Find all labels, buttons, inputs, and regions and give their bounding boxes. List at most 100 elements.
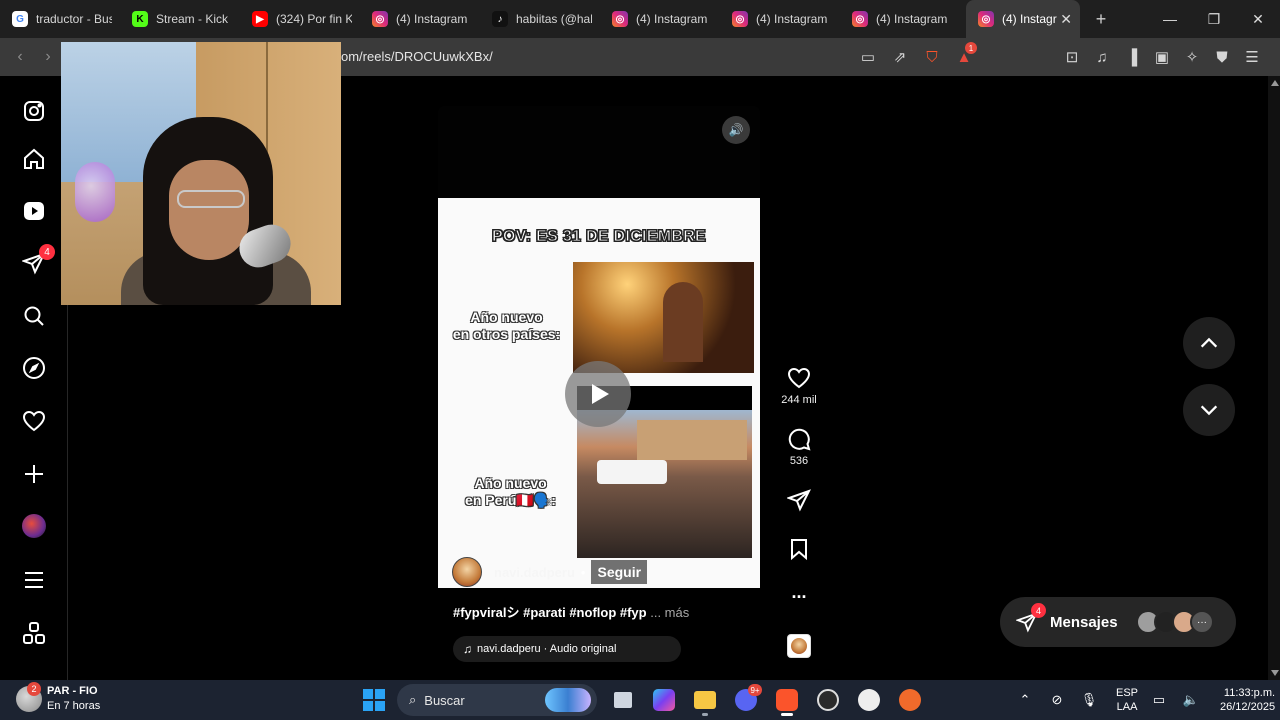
tab-label: (4) Instagram (756, 12, 828, 26)
audio-label: navi.dadperu · Audio original (477, 643, 617, 655)
forward-icon[interactable]: › (34, 43, 62, 71)
sidebar-toggle-icon[interactable]: ▐ (1120, 44, 1144, 70)
discord-icon[interactable]: 9+ (728, 684, 764, 716)
minimize-icon[interactable]: — (1148, 0, 1192, 38)
messages-label: Mensajes (1050, 613, 1118, 631)
comment-icon[interactable] (787, 427, 811, 451)
heart-icon[interactable] (21, 408, 47, 434)
tab[interactable]: ◎ (4) Instagram (600, 0, 720, 38)
tab[interactable]: ▶ (324) Por fin Ka (240, 0, 360, 38)
more-options-icon[interactable]: ... (775, 582, 823, 603)
new-tab-button[interactable]: + (1086, 4, 1116, 34)
direct-messages-icon[interactable]: 4 (21, 244, 55, 276)
close-window-icon[interactable]: ✕ (1236, 0, 1280, 38)
clock[interactable]: 11:33:p.m. 26/12/2025 (1220, 686, 1275, 714)
more-link[interactable]: ... más (650, 605, 689, 620)
explore-icon[interactable] (21, 355, 47, 381)
maximize-icon[interactable]: ❐ (1192, 0, 1236, 38)
webcam-glasses (177, 190, 245, 208)
chevron-up-icon[interactable]: ⌃ (1014, 692, 1036, 708)
file-explorer-icon[interactable] (687, 684, 723, 716)
taskbar-search[interactable]: ⌕ Buscar (397, 684, 597, 716)
home-icon[interactable] (21, 146, 47, 172)
vpn-icon[interactable]: ⛊ (1210, 44, 1234, 70)
monitor-icon[interactable]: ▭ (1148, 692, 1170, 708)
reels-icon[interactable] (21, 198, 47, 224)
music-note-icon: ♫ (463, 642, 472, 656)
google-icon: G (12, 11, 28, 27)
next-reel-button[interactable] (1183, 384, 1235, 436)
more-menu-icon[interactable] (21, 567, 47, 593)
tab[interactable]: ♪ habiitas (@hab (480, 0, 600, 38)
profile-avatar[interactable] (21, 513, 47, 539)
audio-pill[interactable]: ♫ navi.dadperu · Audio original (453, 636, 681, 662)
scroll-down-icon[interactable] (1271, 670, 1279, 676)
reel-overlay-title: POV: ES 31 DE DICIEMBRE (491, 228, 707, 246)
back-icon[interactable]: ‹ (6, 43, 34, 71)
hashtags[interactable]: #fypviralシ #parati #noflop #fyp (453, 605, 647, 620)
menu-icon[interactable]: ☰ (1240, 44, 1264, 70)
search-icon[interactable] (21, 303, 47, 329)
audio-thumbnail[interactable] (787, 634, 811, 658)
weather-widget[interactable]: 2 PAR - FIO En 7 horas (16, 682, 101, 714)
youtube-icon: ▶ (252, 11, 268, 27)
close-icon[interactable]: ✕ (1060, 11, 1072, 28)
language-indicator[interactable]: ESP LAA (1116, 686, 1138, 714)
scroll-up-icon[interactable] (1271, 80, 1279, 86)
messages-button[interactable]: 4 Mensajes ··· (1000, 597, 1236, 647)
start-button[interactable] (356, 684, 392, 716)
play-button[interactable] (565, 361, 631, 427)
music-icon[interactable]: ♫ (1090, 44, 1114, 70)
create-icon[interactable] (21, 461, 47, 487)
like-heart-icon[interactable] (787, 366, 811, 390)
obs-icon[interactable] (810, 684, 846, 716)
brave-browser-icon[interactable] (769, 684, 805, 716)
follow-button[interactable]: Seguir (591, 560, 648, 584)
microphone-icon[interactable]: 🎙 (1078, 692, 1100, 708)
direct-message-icon: 4 (1015, 603, 1046, 633)
funeral-photo (577, 410, 752, 558)
previous-reel-button[interactable] (1183, 317, 1235, 369)
tab-active[interactable]: ◎ (4) Instagr ✕ (966, 0, 1080, 38)
wallet-icon[interactable]: ▣ (1150, 44, 1174, 70)
author-name[interactable]: navi.dadperu (494, 565, 575, 580)
bookmark-icon[interactable] (787, 537, 811, 561)
tab[interactable]: ◎ (4) Instagram (720, 0, 840, 38)
speaker-icon[interactable]: 🔈 (1180, 692, 1202, 708)
instagram-icon: ◎ (612, 11, 628, 27)
reel-player[interactable]: 🔊 POV: ES 31 DE DICIEMBRE Año nuevo en o… (438, 106, 760, 678)
address-bar[interactable]: om/reels/DROCUuwkXBx/ (341, 49, 493, 64)
tab[interactable]: K Stream - Kick D (120, 0, 240, 38)
browser-extensions: ⊡ ♫ ▐ ▣ ✧ ⛊ ☰ (1060, 44, 1264, 70)
app-icon[interactable] (851, 684, 887, 716)
tab[interactable]: ◎ (4) Instagram (840, 0, 960, 38)
brave-shield-icon[interactable]: ⛉ (920, 44, 944, 70)
tab-label: (4) Instagram (396, 12, 468, 26)
taskbar-apps: ⌕ Buscar 9+ (356, 684, 933, 716)
network-off-icon[interactable]: ⊘ (1046, 692, 1068, 708)
weather-badge: 2 (27, 682, 41, 696)
tab[interactable]: G traductor - Bus (0, 0, 120, 38)
microsoft365-icon[interactable] (646, 684, 682, 716)
media-player-icon[interactable] (892, 684, 928, 716)
reel-description: #fypviralシ #parati #noflop #fyp ... más (453, 602, 689, 621)
task-view-icon[interactable] (605, 684, 641, 716)
share-icon[interactable]: ⇗ (888, 44, 912, 70)
author-avatar[interactable] (452, 557, 482, 587)
instagram-sidebar: 4 (0, 76, 68, 680)
cast-icon[interactable]: ▭ (856, 44, 880, 70)
apps-grid-icon[interactable] (21, 620, 47, 646)
lang-line1: ESP (1116, 687, 1139, 699)
messages-badge: 4 (1031, 603, 1046, 618)
address-actions: ▭ ⇗ ⛉ ▲ 1 (856, 42, 977, 70)
leo-ai-icon[interactable]: ✧ (1180, 44, 1204, 70)
tab-label: (4) Instagram (876, 12, 948, 26)
tab[interactable]: ◎ (4) Instagram (360, 0, 480, 38)
instagram-logo-icon[interactable] (21, 98, 47, 124)
brave-rewards-icon[interactable]: ▲ 1 (952, 42, 977, 70)
share-icon[interactable] (787, 488, 811, 512)
scrollbar[interactable] (1268, 76, 1280, 680)
volume-icon[interactable]: 🔊 (722, 116, 750, 144)
weather-line2: En 7 horas (47, 700, 101, 712)
screenshot-icon[interactable]: ⊡ (1060, 44, 1084, 70)
